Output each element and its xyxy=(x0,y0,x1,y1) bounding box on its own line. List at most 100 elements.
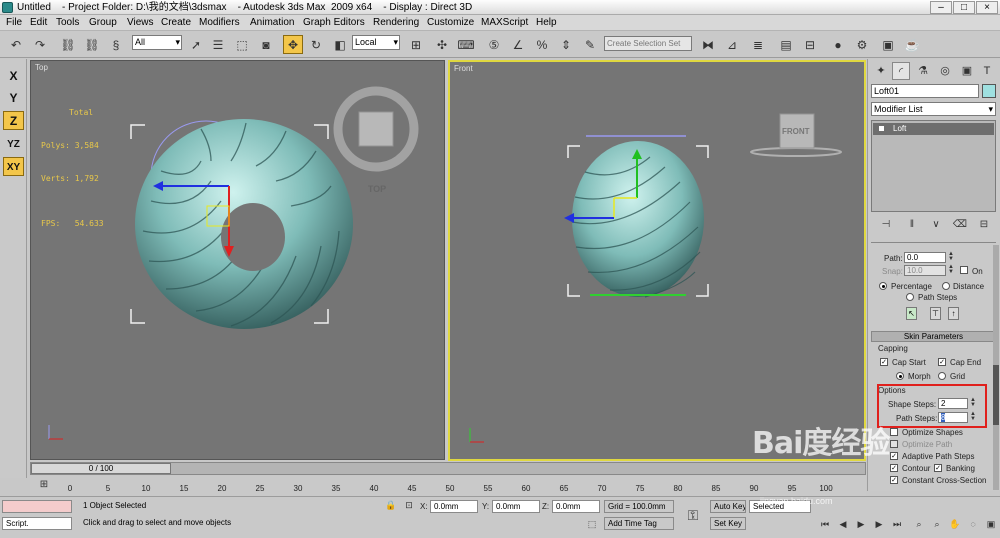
menu-graph-editors[interactable]: Graph Editors xyxy=(303,17,365,28)
menu-maxscript[interactable]: MAXScript xyxy=(481,17,528,28)
orbit-icon[interactable]: ◌ xyxy=(966,517,980,531)
menu-customize[interactable]: Customize xyxy=(427,17,474,28)
path-spinner-arrows[interactable]: ▲ ▼ xyxy=(947,251,955,263)
scale-icon[interactable]: ◧ xyxy=(330,35,350,54)
next-shape-icon[interactable]: ↑ xyxy=(948,307,959,320)
menu-views[interactable]: Views xyxy=(127,17,154,28)
cap-end-checkbox[interactable]: ✓ xyxy=(938,358,946,366)
modifier-list-dropdown[interactable]: Modifier List xyxy=(871,102,996,116)
rotate-icon[interactable]: ↻ xyxy=(306,35,326,54)
remove-modifier-icon[interactable]: ⌫ xyxy=(951,217,969,233)
menu-animation[interactable]: Animation xyxy=(250,17,294,28)
stack-item-loft[interactable]: Loft xyxy=(873,123,994,135)
create-tab-icon[interactable]: ✦ xyxy=(872,62,890,80)
snap-spinner[interactable]: 10.0 xyxy=(904,265,946,276)
percent-snap-icon[interactable]: % xyxy=(532,35,552,54)
time-slider-thumb[interactable]: 0 / 100 xyxy=(31,463,171,474)
select-link-icon[interactable]: ⛓ xyxy=(58,35,78,54)
spinner-snap-icon[interactable]: ⇕ xyxy=(556,35,576,54)
pin-stack-icon[interactable]: ⊣ xyxy=(877,217,895,233)
select-icon[interactable]: ➚ xyxy=(186,35,206,54)
viewport-front[interactable]: Front FRONT xyxy=(448,60,866,461)
layer-icon[interactable]: ≣ xyxy=(748,35,768,54)
minimize-button[interactable]: – xyxy=(930,1,952,14)
time-slider[interactable]: 0 / 100 xyxy=(30,462,866,475)
go-to-end-icon[interactable]: ⏭ xyxy=(890,517,904,531)
prev-frame-icon[interactable]: ◀ xyxy=(836,517,850,531)
rect-region-icon[interactable]: ⬚ xyxy=(232,35,252,54)
percentage-radio[interactable] xyxy=(879,282,887,290)
axis-yz-button[interactable]: YZ xyxy=(3,135,24,154)
path-steps-radio[interactable] xyxy=(906,293,914,301)
menu-group[interactable]: Group xyxy=(89,17,117,28)
object-color-swatch[interactable] xyxy=(982,84,996,98)
angle-snap-icon[interactable]: ∠ xyxy=(508,35,528,54)
selection-filter-dropdown[interactable]: All xyxy=(132,35,182,50)
close-button[interactable]: × xyxy=(976,1,998,14)
modify-tab-icon[interactable]: ◜ xyxy=(892,62,910,80)
redo-icon[interactable]: ↷ xyxy=(30,35,50,54)
manipulate-icon[interactable]: ✣ xyxy=(432,35,452,54)
utilities-tab-icon[interactable]: T xyxy=(978,62,996,80)
unlink-icon[interactable]: ⛓ xyxy=(82,35,102,54)
app-icon[interactable] xyxy=(2,2,13,13)
x-coord-field[interactable]: 0.0mm xyxy=(430,500,478,513)
move-icon[interactable]: ✥ xyxy=(283,35,303,54)
skin-parameters-rollout[interactable]: Skin Parameters xyxy=(871,331,996,342)
mirror-icon[interactable]: ⧓ xyxy=(698,35,718,54)
cap-start-checkbox[interactable]: ✓ xyxy=(880,358,888,366)
render-setup-icon[interactable]: ⚙ xyxy=(852,35,872,54)
quick-render-icon[interactable]: ☕ xyxy=(902,35,922,54)
constant-cross-section-checkbox[interactable]: ✓ xyxy=(890,476,898,484)
maxscript-mini-listener[interactable]: Script. xyxy=(2,517,72,530)
set-key-button[interactable]: Set Key xyxy=(710,517,746,530)
menu-tools[interactable]: Tools xyxy=(56,17,79,28)
curve-editor-icon[interactable]: ▤ xyxy=(776,35,796,54)
track-bar-toggle-icon[interactable]: ⊞ xyxy=(35,476,53,492)
menu-create[interactable]: Create xyxy=(161,17,191,28)
reference-coord-dropdown[interactable]: Local xyxy=(352,35,400,50)
zoom-icon[interactable]: ⌕ xyxy=(912,517,926,531)
path-spinner[interactable]: 0.0 xyxy=(904,252,946,263)
axis-x-button[interactable]: X xyxy=(3,67,24,86)
zoom-all-icon[interactable]: ⌕ xyxy=(930,517,944,531)
menu-rendering[interactable]: Rendering xyxy=(373,17,419,28)
menu-help[interactable]: Help xyxy=(536,17,557,28)
window-crossing-icon[interactable]: ◙ xyxy=(256,35,276,54)
lock-selection-icon[interactable]: 🔒 xyxy=(384,499,398,512)
axis-z-button[interactable]: Z xyxy=(3,111,24,130)
axis-xy-button[interactable]: XY xyxy=(3,157,24,176)
pivot-icon[interactable]: ⊞ xyxy=(406,35,426,54)
keyboard-shortcut-icon[interactable]: ⌨ xyxy=(456,35,476,54)
select-by-name-icon[interactable]: ☰ xyxy=(208,35,228,54)
optimize-shapes-checkbox[interactable] xyxy=(890,428,898,436)
play-icon[interactable]: ▶ xyxy=(854,517,868,531)
y-coord-field[interactable]: 0.0mm xyxy=(492,500,540,513)
configure-sets-icon[interactable]: ⊟ xyxy=(975,217,993,233)
distance-radio[interactable] xyxy=(942,282,950,290)
contour-checkbox[interactable]: ✓ xyxy=(890,464,898,472)
next-frame-icon[interactable]: ▶ xyxy=(872,517,886,531)
schematic-icon[interactable]: ⊟ xyxy=(800,35,820,54)
material-editor-icon[interactable]: ● xyxy=(828,35,848,54)
adaptive-path-steps-checkbox[interactable]: ✓ xyxy=(890,452,898,460)
motion-tab-icon[interactable]: ◎ xyxy=(936,62,954,80)
track-bar[interactable]: ⊞ 0 5 10 15 20 25 30 35 40 45 50 55 60 6… xyxy=(30,476,866,496)
snap-spinner-arrows[interactable]: ▲ ▼ xyxy=(947,264,955,276)
show-end-result-icon[interactable]: ‖ xyxy=(903,217,921,233)
optimize-path-checkbox[interactable] xyxy=(890,440,898,448)
bind-spacewarp-icon[interactable]: § xyxy=(106,35,126,54)
make-unique-icon[interactable]: ∨ xyxy=(927,217,945,233)
command-panel-scrollbar[interactable] xyxy=(993,245,999,490)
grid-radio[interactable] xyxy=(938,372,946,380)
pick-shape-icon[interactable]: ↖ xyxy=(906,307,917,320)
pan-icon[interactable]: ✋ xyxy=(948,517,962,531)
object-name-field[interactable]: Loft01 xyxy=(871,84,979,98)
named-selection-icon[interactable]: ✎ xyxy=(580,35,600,54)
menu-modifiers[interactable]: Modifiers xyxy=(199,17,240,28)
snap-on-checkbox[interactable] xyxy=(960,266,968,274)
display-tab-icon[interactable]: ▣ xyxy=(958,62,976,80)
viewport-top[interactable]: Top Total Polys: 3,584 Verts: 1,792 FPS:… xyxy=(30,60,445,460)
add-time-tag-icon[interactable]: ⬚ xyxy=(584,517,600,531)
key-icon[interactable]: ⚿ xyxy=(680,505,706,525)
